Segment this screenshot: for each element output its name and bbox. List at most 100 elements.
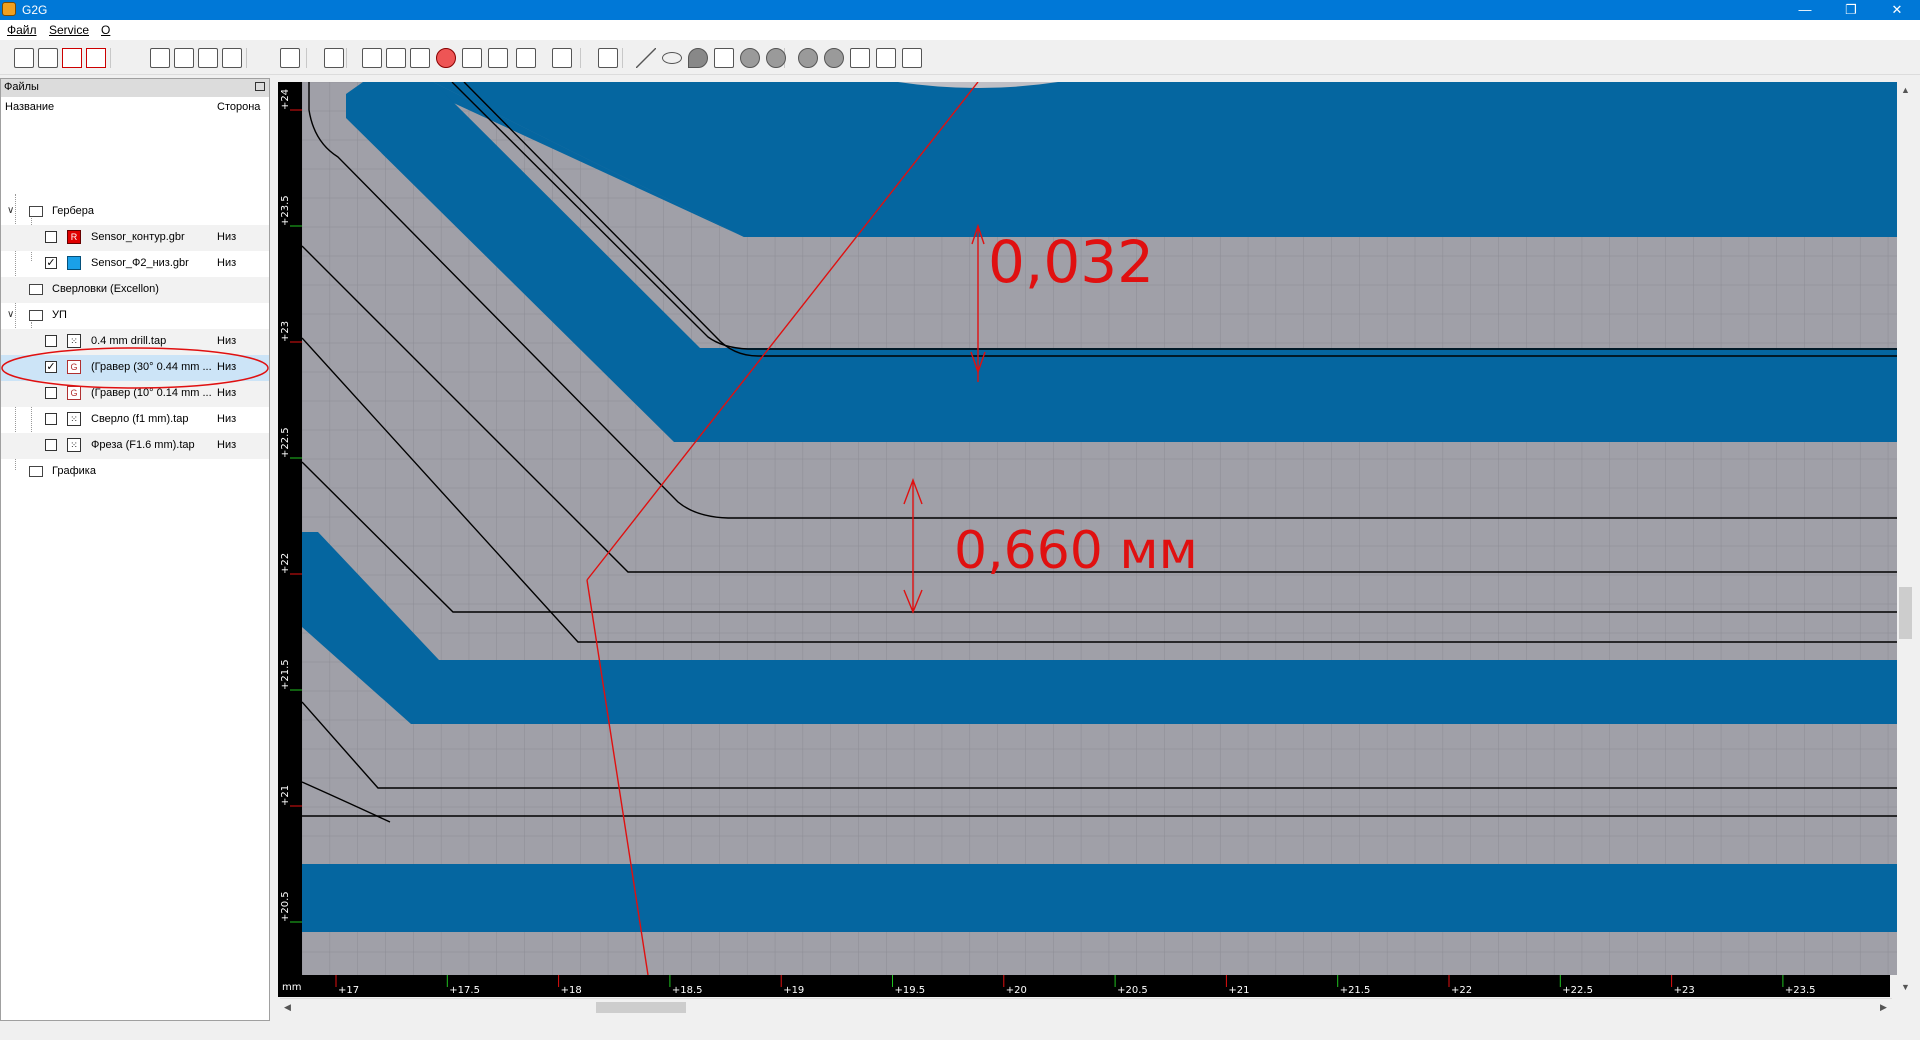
x-tick-label: +19.5 <box>895 985 926 996</box>
tree-group-gcode[interactable]: ∨ УП <box>1 303 269 329</box>
zoom-out-icon[interactable] <box>222 48 242 68</box>
close-file-icon[interactable] <box>62 48 82 68</box>
horizontal-ruler <box>278 975 1890 997</box>
vertical-scrollbar[interactable]: ▲ ▼ <box>1897 82 1914 998</box>
scroll-up-icon[interactable]: ▲ <box>1901 85 1910 95</box>
drill-icon[interactable] <box>436 48 456 68</box>
menu-bar: Файл Service О <box>0 20 1920 40</box>
y-tick-label: +23 <box>280 321 291 342</box>
column-header-name[interactable]: Название <box>5 101 54 113</box>
gerber-red-file-icon: R <box>67 230 81 244</box>
layer-visibility-checkbox[interactable] <box>45 335 57 347</box>
tree-file-row[interactable]: R Sensor_контур.gbr Низ <box>1 225 269 251</box>
scroll-right-icon[interactable]: ▶ <box>1880 1002 1887 1013</box>
union-icon[interactable] <box>740 48 760 68</box>
title-bar: G2G — ❐ ✕ <box>0 0 1920 20</box>
ruler-icon[interactable] <box>280 48 300 68</box>
tree-group-label: УП <box>52 309 67 321</box>
tool-icon[interactable] <box>902 48 922 68</box>
restore-button[interactable]: ❐ <box>1828 0 1874 20</box>
scroll-left-icon[interactable]: ◀ <box>284 1002 291 1013</box>
settings-icon[interactable] <box>516 48 536 68</box>
pocket-icon[interactable] <box>386 48 406 68</box>
layer-visibility-checkbox[interactable] <box>45 413 57 425</box>
select-icon[interactable] <box>324 48 344 68</box>
rectangle-icon[interactable] <box>598 48 618 68</box>
zoom-fit-icon[interactable] <box>150 48 170 68</box>
y-tick-label: +24 <box>280 89 291 110</box>
x-tick-label: +21 <box>1228 985 1249 996</box>
float-panel-icon[interactable] <box>255 82 265 91</box>
x-tick-label: +17 <box>338 985 359 996</box>
tree-group-graphics[interactable]: Графика <box>1 459 269 485</box>
x-tick-label: +22 <box>1451 985 1472 996</box>
engraver-file-icon: G <box>67 386 81 400</box>
line-icon[interactable] <box>636 48 656 68</box>
menu-about[interactable]: О <box>101 23 110 37</box>
close-all-icon[interactable] <box>86 48 106 68</box>
x-tick-label: +17.5 <box>449 985 480 996</box>
tree-group-excellon[interactable]: Сверловки (Excellon) <box>1 277 269 303</box>
tool-icon[interactable] <box>876 48 896 68</box>
tool-icon[interactable] <box>850 48 870 68</box>
tree-file-row[interactable]: ⁙ 0.4 mm drill.tap Низ <box>1 329 269 355</box>
close-button[interactable]: ✕ <box>1874 0 1920 20</box>
x-tick-label: +22.5 <box>1562 985 1593 996</box>
canvas-view[interactable]: 0,032 0,660 мм mm +17 +17.5 +18 +18.5 +19 +19… <box>278 82 1898 1022</box>
zoom-extents-icon[interactable] <box>174 48 194 68</box>
voronoi-icon[interactable] <box>462 48 482 68</box>
file-side: Низ <box>217 387 237 399</box>
save-all-icon[interactable] <box>38 48 58 68</box>
horizontal-scrollbar[interactable]: ◀ ▶ <box>280 998 1892 1016</box>
tree-group-label: Сверловки (Excellon) <box>52 283 159 295</box>
profile-icon[interactable] <box>410 48 430 68</box>
difference-icon[interactable] <box>766 48 786 68</box>
exclusive-icon[interactable] <box>824 48 844 68</box>
tree-file-row[interactable]: ⁙ Сверло (f1 mm).tap Низ <box>1 407 269 433</box>
column-header-side[interactable]: Сторона <box>217 101 260 113</box>
menu-service[interactable]: Service <box>49 23 89 37</box>
tree-file-row[interactable]: G (Гравер (10° 0.14 mm ... Низ <box>1 381 269 407</box>
scroll-down-icon[interactable]: ▼ <box>1901 982 1910 992</box>
chevron-down-icon[interactable]: ∨ <box>7 205 14 216</box>
layer-visibility-checkbox[interactable] <box>45 231 57 243</box>
tree-file-row[interactable]: ⁙ Фреза (F1.6 mm).tap Низ <box>1 433 269 459</box>
files-panel: Файлы Название Сторона ∨ Гербера R Senso… <box>0 78 270 1021</box>
layer-visibility-checkbox[interactable]: ✓ <box>45 257 57 269</box>
thermal-icon[interactable] <box>488 48 508 68</box>
fit-icon[interactable] <box>552 48 572 68</box>
file-side: Низ <box>217 439 237 451</box>
file-name: Sensor_Ф2_низ.gbr <box>91 257 189 269</box>
tree-group-label: Графика <box>52 465 96 477</box>
folder-icon <box>29 206 43 217</box>
pcb-canvas[interactable]: 0,032 0,660 мм mm +17 +17.5 +18 +18.5 +19 +19… <box>278 82 1898 1022</box>
open-folder-icon[interactable] <box>14 48 34 68</box>
ellipse-icon[interactable] <box>662 52 682 64</box>
minimize-button[interactable]: — <box>1782 0 1828 20</box>
x-tick-label: +19 <box>783 985 804 996</box>
text-icon[interactable] <box>714 48 734 68</box>
vertical-scroll-thumb[interactable] <box>1899 587 1912 639</box>
y-tick-label: +22.5 <box>280 427 291 458</box>
horizontal-scroll-thumb[interactable] <box>596 1002 686 1013</box>
folder-icon <box>29 284 43 295</box>
layer-visibility-checkbox[interactable] <box>45 439 57 451</box>
intersection-icon[interactable] <box>798 48 818 68</box>
chevron-down-icon[interactable]: ∨ <box>7 309 14 320</box>
x-tick-label: +20.5 <box>1117 985 1148 996</box>
gerber-layer-icon[interactable] <box>362 48 382 68</box>
tree-file-row-selected[interactable]: ✓ G (Гравер (30° 0.44 mm ... Низ <box>1 355 269 381</box>
menu-file[interactable]: Файл <box>7 23 37 37</box>
file-side: Низ <box>217 335 237 347</box>
arc-icon[interactable] <box>688 48 708 68</box>
file-side: Низ <box>217 257 237 269</box>
x-tick-label: +20 <box>1006 985 1027 996</box>
zoom-in-icon[interactable] <box>198 48 218 68</box>
toolbar-separator <box>346 48 347 68</box>
layer-visibility-checkbox[interactable]: ✓ <box>45 361 57 373</box>
layer-visibility-checkbox[interactable] <box>45 387 57 399</box>
tree-group-gerber[interactable]: ∨ Гербера <box>1 199 269 225</box>
file-name: (Гравер (30° 0.44 mm ... <box>91 361 212 373</box>
tree-file-row[interactable]: ✓ Sensor_Ф2_низ.gbr Низ <box>1 251 269 277</box>
file-side: Низ <box>217 413 237 425</box>
